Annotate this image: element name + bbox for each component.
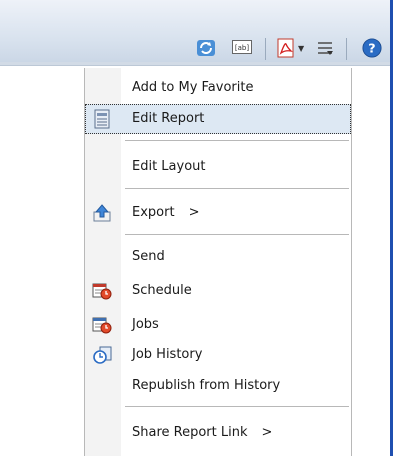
menu-item-edit-layout[interactable]: Edit Layout: [85, 152, 351, 182]
menu-separator: [125, 188, 349, 189]
submenu-arrow-icon: >: [261, 425, 273, 440]
menu-item-label: Jobs: [132, 317, 159, 332]
toolbar-border: [0, 62, 390, 66]
help-icon[interactable]: ?: [361, 38, 383, 58]
toolbar-divider: [346, 38, 347, 60]
menu-item-label: Export >: [132, 205, 200, 220]
menu-item-label: Edit Report: [132, 111, 205, 126]
report-toolbar: [ab] ▼ ?: [0, 0, 390, 62]
menu-item-label: Edit Layout: [132, 159, 206, 174]
actions-dropdown-menu: Add to My Favorite Edit Report Edit Layo…: [84, 68, 352, 456]
menu-item-export[interactable]: Export >: [85, 198, 351, 228]
menu-item-send[interactable]: Send: [85, 242, 351, 272]
chevron-down-icon[interactable]: ▼: [298, 44, 304, 53]
menu-item-label: Add to My Favorite: [132, 80, 254, 95]
menu-item-label: Send: [132, 249, 165, 264]
menu-separator: [125, 140, 349, 141]
menu-item-edit-report[interactable]: Edit Report: [85, 104, 351, 134]
submenu-arrow-icon: >: [188, 205, 200, 220]
menu-item-label: Share Report Link >: [132, 425, 273, 440]
menu-item-label: Job History: [132, 347, 203, 362]
svg-text:[ab]: [ab]: [235, 44, 249, 52]
text-field-icon[interactable]: [ab]: [232, 40, 252, 54]
menu-item-republish-from-history[interactable]: Republish from History: [85, 371, 351, 401]
actions-menu-icon[interactable]: [316, 38, 334, 58]
refresh-icon[interactable]: [195, 38, 217, 58]
menu-item-jobs[interactable]: Jobs: [85, 310, 351, 340]
menu-item-job-history[interactable]: Job History: [85, 340, 351, 370]
edit-report-icon: [94, 109, 110, 129]
svg-text:?: ?: [368, 41, 375, 56]
menu-item-label: Schedule: [132, 283, 192, 298]
menu-separator: [125, 234, 349, 235]
job-history-icon: [93, 346, 112, 364]
menu-item-add-to-favorite[interactable]: Add to My Favorite: [85, 73, 351, 103]
export-icon: [93, 204, 111, 222]
menu-item-schedule[interactable]: Schedule: [85, 276, 351, 306]
pdf-icon[interactable]: [277, 38, 295, 58]
jobs-icon: [92, 317, 112, 334]
menu-item-share-report-link[interactable]: Share Report Link >: [85, 418, 351, 448]
schedule-icon: [92, 283, 112, 300]
menu-separator: [125, 406, 349, 407]
toolbar-divider: [265, 38, 266, 60]
menu-item-label: Republish from History: [132, 378, 281, 393]
